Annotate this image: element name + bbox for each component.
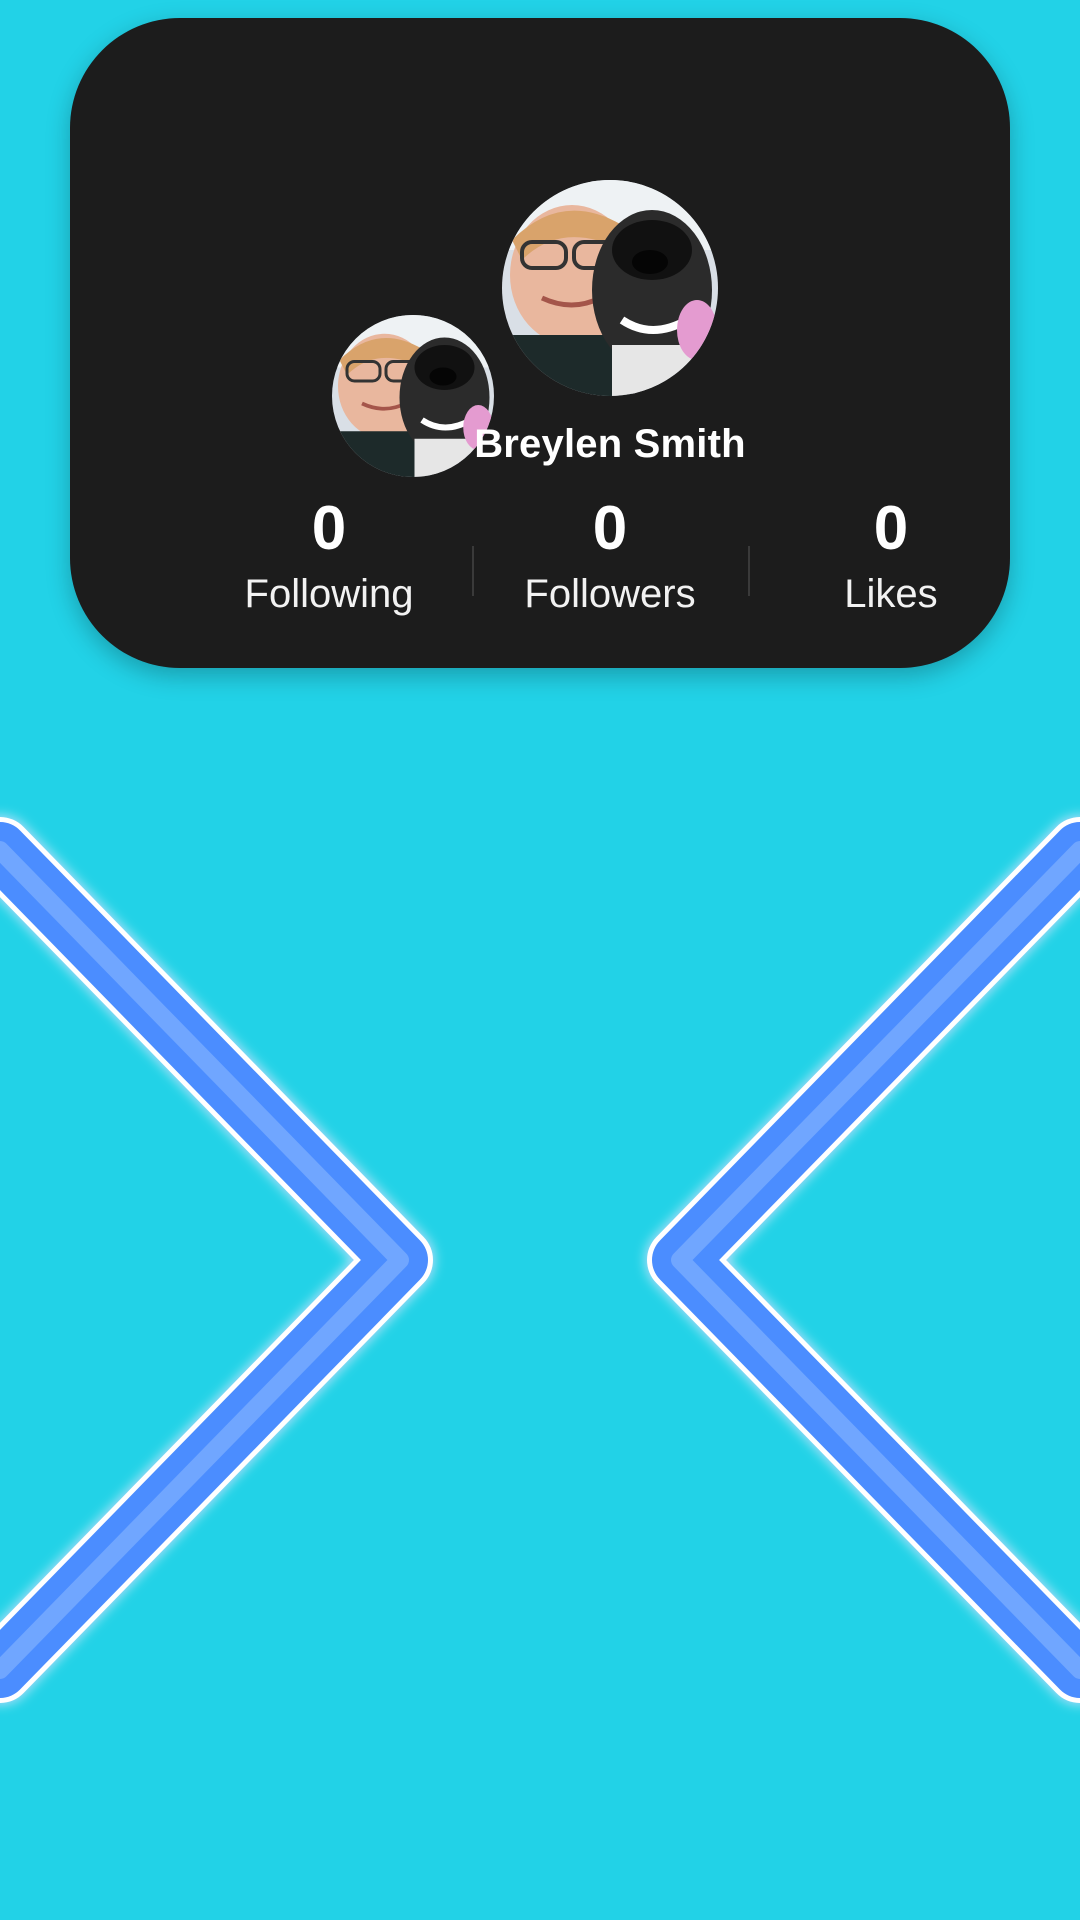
following-count: 0 <box>311 494 347 563</box>
following-label: Following <box>244 572 414 616</box>
avatar-photo <box>502 180 718 396</box>
stat-followers[interactable]: 0 Followers <box>495 494 725 617</box>
stat-following[interactable]: 0 Following <box>214 494 444 617</box>
stat-divider <box>748 546 750 596</box>
likes-count: 0 <box>873 494 909 563</box>
profile-name: Breylen Smith <box>474 422 746 466</box>
profile-card: Breylen Smith 0 Following 0 Followers 0 … <box>70 18 1010 668</box>
likes-label: Likes <box>844 572 938 616</box>
followers-label: Followers <box>524 572 696 616</box>
profile-avatar-large[interactable] <box>502 180 718 396</box>
neon-chevrons <box>0 817 1080 1703</box>
followers-count: 0 <box>592 494 628 563</box>
chevron-right-icon <box>0 817 433 1703</box>
stat-likes[interactable]: 0 Likes <box>776 494 1006 617</box>
chevron-left-icon <box>647 817 1080 1703</box>
stat-divider <box>472 546 474 596</box>
profile-screen: Breylen Smith 0 Following 0 Followers 0 … <box>0 0 1080 1920</box>
